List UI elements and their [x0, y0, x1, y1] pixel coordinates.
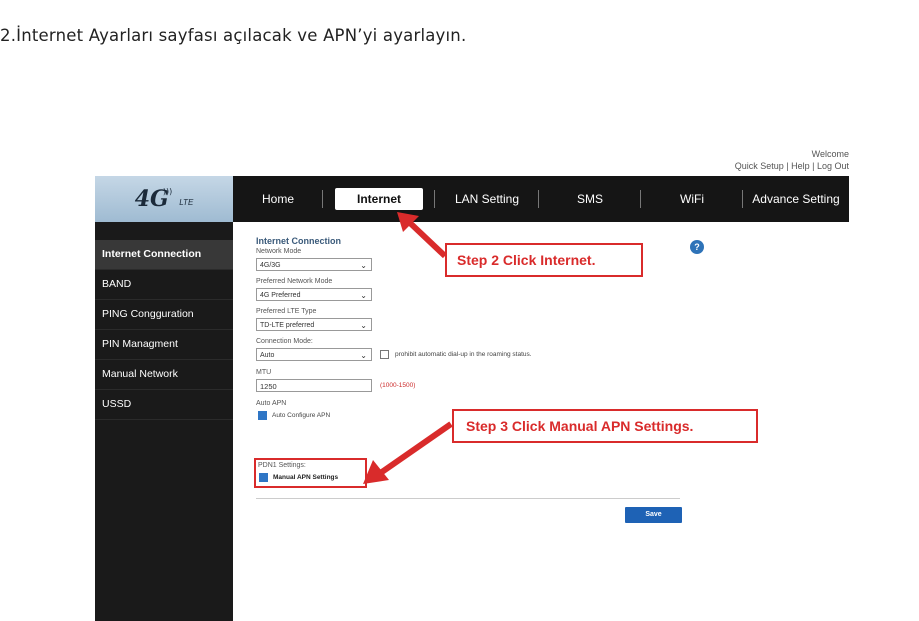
top-nav-bar: 4G ))) LTE Home Internet LAN Setting SMS… — [95, 176, 849, 222]
roaming-text: prohibit automatic dial-up in the roamin… — [395, 351, 532, 358]
mtu-label: MTU — [256, 369, 272, 376]
chevron-down-icon: ⌄ — [360, 291, 367, 300]
mtu-range: (1000-1500) — [380, 382, 416, 389]
tab-advance-setting[interactable]: Advance Setting — [743, 176, 849, 222]
preferred-lte-select[interactable]: TD-LTE preferred ⌄ — [256, 318, 372, 331]
welcome-text: Welcome — [811, 149, 849, 159]
chevron-down-icon: ⌄ — [360, 321, 367, 330]
auto-apn-text: Auto Configure APN — [272, 412, 331, 419]
top-links: Quick Setup | Help | Log Out — [734, 161, 849, 171]
router-screenshot: Welcome Quick Setup | Help | Log Out 4G … — [95, 148, 849, 621]
main-nav: Home Internet LAN Setting SMS WiFi Advan… — [233, 176, 849, 222]
sidebar-item-ussd[interactable]: USSD — [95, 390, 233, 420]
network-mode-label: Network Mode — [256, 248, 302, 255]
welcome-area: Welcome Quick Setup | Help | Log Out — [735, 148, 849, 172]
auto-apn-label: Auto APN — [256, 400, 287, 407]
save-button[interactable]: Save — [625, 507, 682, 523]
chevron-down-icon: ⌄ — [360, 261, 367, 270]
sidebar-item-internet-connection[interactable]: Internet Connection — [95, 240, 233, 270]
logout-link[interactable]: Log Out — [817, 161, 849, 171]
help-icon[interactable]: ? — [690, 240, 704, 254]
tab-home[interactable]: Home — [233, 176, 323, 222]
section-title: Internet Connection — [256, 236, 341, 246]
preferred-network-select[interactable]: 4G Preferred ⌄ — [256, 288, 372, 301]
sidebar-item-manual-network[interactable]: Manual Network — [95, 360, 233, 390]
tab-wifi[interactable]: WiFi — [641, 176, 743, 222]
pdn-label: PDN1 Settings: — [258, 462, 306, 469]
help-link[interactable]: Help — [791, 161, 810, 171]
sidebar-item-ping[interactable]: PING Congguration — [95, 300, 233, 330]
connection-mode-label: Connection Mode: — [256, 338, 313, 345]
auto-apn-checkbox[interactable] — [258, 411, 267, 420]
logo: 4G ))) LTE — [95, 176, 233, 222]
sidebar: Internet Connection BAND PING Conggurati… — [95, 222, 233, 621]
form-divider — [256, 498, 680, 499]
instruction-caption: 2.İnternet Ayarları sayfası açılacak ve … — [0, 26, 467, 45]
chevron-down-icon: ⌄ — [360, 351, 367, 360]
sidebar-item-band[interactable]: BAND — [95, 270, 233, 300]
sidebar-item-pin[interactable]: PIN Managment — [95, 330, 233, 360]
tab-sms[interactable]: SMS — [539, 176, 641, 222]
signal-icon: ))) — [162, 186, 173, 196]
roaming-checkbox[interactable] — [380, 350, 389, 359]
preferred-network-label: Preferred Network Mode — [256, 278, 333, 285]
step3-callout: Step 3 Click Manual APN Settings. — [452, 409, 758, 443]
quick-setup-link[interactable]: Quick Setup — [735, 161, 784, 171]
step2-callout: Step 2 Click Internet. — [445, 243, 643, 277]
mtu-input[interactable]: 1250 — [256, 379, 372, 392]
arrow-to-manual-apn-icon — [363, 421, 453, 484]
manual-apn-text: Manual APN Settings — [273, 474, 339, 481]
arrow-to-internet-icon — [397, 212, 448, 259]
manual-apn-checkbox[interactable] — [259, 473, 268, 482]
connection-mode-select[interactable]: Auto ⌄ — [256, 348, 372, 361]
network-mode-select[interactable]: 4G/3G ⌄ — [256, 258, 372, 271]
preferred-lte-label: Preferred LTE Type — [256, 308, 317, 315]
